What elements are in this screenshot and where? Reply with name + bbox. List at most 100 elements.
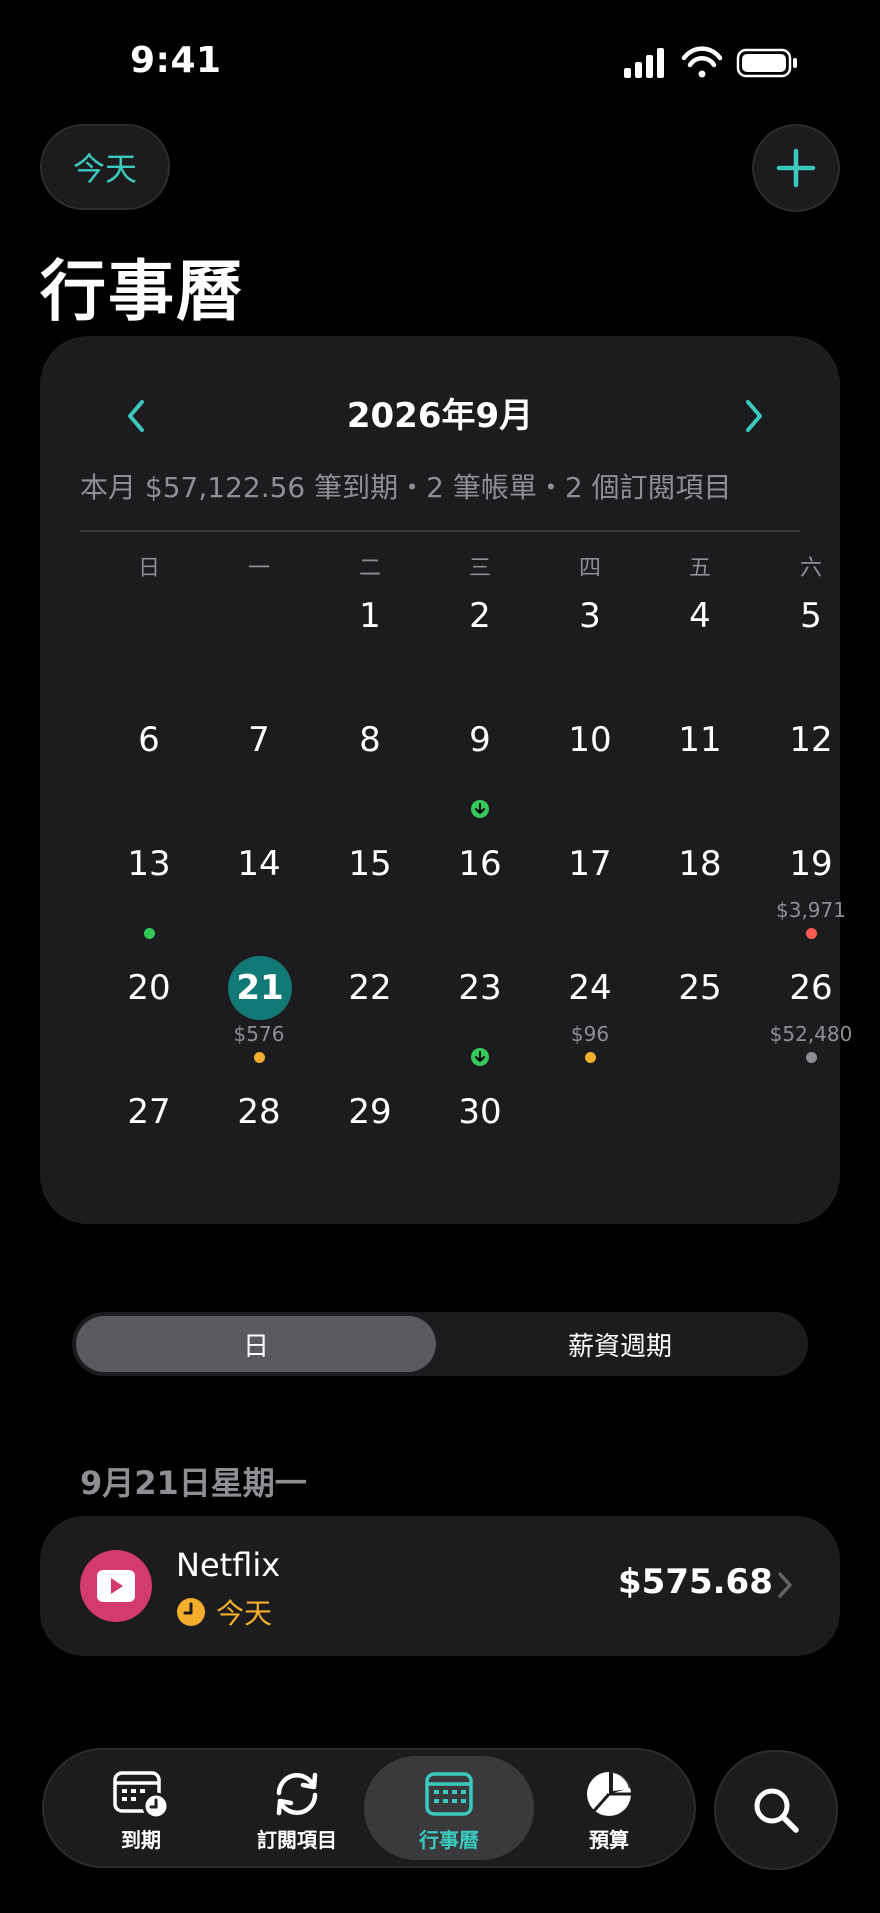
calendar-day[interactable]: 10 <box>535 708 645 828</box>
page-title: 行事曆 <box>40 253 244 330</box>
bill-amount: $575.68 <box>618 1562 773 1602</box>
weekday-label: 一 <box>247 556 270 581</box>
add-button[interactable] <box>752 124 840 212</box>
calendar-day[interactable]: 20 <box>94 956 204 1076</box>
tab-subscriptions[interactable]: 訂閱項目 <box>222 1756 372 1860</box>
day-number: 6 <box>138 720 160 760</box>
calendar-day[interactable]: 7 <box>204 708 314 828</box>
weekday-label: 四 <box>578 556 601 581</box>
calendar-day[interactable]: 16 <box>425 832 535 952</box>
signal-icon <box>624 48 664 78</box>
calendar-day[interactable]: 27 <box>94 1080 204 1200</box>
clock-icon <box>177 1598 205 1626</box>
bill-row[interactable]: Netflix 今天 $575.68 <box>40 1516 840 1656</box>
bill-name: Netflix <box>176 1546 281 1584</box>
plus-icon <box>776 148 816 188</box>
calendar-day[interactable]: 17 <box>535 832 645 952</box>
wifi-icon <box>681 46 723 78</box>
calendar-day[interactable]: 30 <box>425 1080 535 1200</box>
day-number: 21 <box>228 956 292 1020</box>
calendar-day[interactable]: 23 <box>425 956 535 1076</box>
calendar-day[interactable]: 15 <box>315 832 425 952</box>
day-number: 2 <box>469 596 491 636</box>
bill-due: 今天 <box>176 1592 272 1632</box>
calendar-day[interactable]: 18 <box>645 832 755 952</box>
calendar-day[interactable]: 2 <box>425 584 535 704</box>
event-dot <box>806 1052 817 1063</box>
day-number: 16 <box>458 844 502 884</box>
day-number: 3 <box>579 596 601 636</box>
tab-label: 預算 <box>589 1828 629 1852</box>
netflix-icon <box>80 1550 152 1622</box>
tab-budget[interactable]: 預算 <box>534 1756 684 1860</box>
calendar-day[interactable]: 25 <box>645 956 755 1076</box>
day-number: 7 <box>248 720 270 760</box>
calendar-day[interactable]: 13 <box>94 832 204 952</box>
day-amount: $96 <box>570 1022 610 1046</box>
day-number: 30 <box>458 1092 502 1132</box>
day-number: 10 <box>568 720 612 760</box>
chevron-right-icon <box>776 1570 794 1604</box>
calendar-day[interactable]: 4 <box>645 584 755 704</box>
day-number: 8 <box>359 720 381 760</box>
calendar-day[interactable]: 12 <box>756 708 866 828</box>
calendar-day[interactable]: 19 $3,971 <box>756 832 866 952</box>
calendar-day[interactable]: 26 $52,480 <box>756 956 866 1076</box>
day-number: 19 <box>789 844 833 884</box>
day-number: 26 <box>789 968 833 1008</box>
event-dot <box>254 1052 265 1063</box>
calendar-day[interactable]: 28 <box>204 1080 314 1200</box>
weekday-label: 三 <box>468 556 491 581</box>
day-number: 24 <box>568 968 612 1008</box>
tab-label: 行事曆 <box>419 1828 479 1852</box>
calendar-day[interactable]: 3 <box>535 584 645 704</box>
day-number: 4 <box>689 596 711 636</box>
tab-label: 訂閱項目 <box>257 1828 337 1852</box>
calendar-day[interactable]: 14 <box>204 832 314 952</box>
event-dot <box>585 1052 596 1063</box>
day-number: 18 <box>678 844 722 884</box>
calendar-day[interactable]: 6 <box>94 708 204 828</box>
day-amount: $52,480 <box>769 1022 853 1046</box>
status-time: 9:41 <box>130 40 222 81</box>
calendar-day[interactable]: 1 <box>315 584 425 704</box>
weekday-label: 二 <box>358 556 381 581</box>
tab-due[interactable]: 到期 <box>66 1756 216 1860</box>
battery-icon <box>736 48 797 78</box>
chevron-right-icon <box>746 400 762 432</box>
calendar-clock-icon <box>113 1768 169 1820</box>
segment-day[interactable]: 日 <box>76 1316 436 1372</box>
day-number: 27 <box>127 1092 171 1132</box>
calendar-day[interactable]: 9 <box>425 708 535 828</box>
calendar-day[interactable]: 24 $96 <box>535 956 645 1076</box>
day-number: 15 <box>348 844 392 884</box>
tab-bar: 到期 訂閱項目 行事曆 預算 <box>42 1748 696 1868</box>
bill-due-label: 今天 <box>216 1597 273 1630</box>
calendar-day[interactable]: 5 <box>756 584 866 704</box>
day-number: 9 <box>469 720 491 760</box>
day-amount: $576 <box>233 1022 285 1046</box>
calendar-day[interactable]: 22 <box>315 956 425 1076</box>
view-segmented-control: 日 薪資週期 <box>72 1312 808 1376</box>
calendar-day[interactable]: 8 <box>315 708 425 828</box>
day-number: 12 <box>789 720 833 760</box>
calendar-icon <box>421 1768 477 1820</box>
search-icon <box>754 1788 799 1833</box>
event-dot <box>144 928 155 939</box>
segment-pay-period[interactable]: 薪資週期 <box>436 1316 804 1372</box>
search-button[interactable] <box>714 1750 838 1870</box>
month-label: 2026年9月 <box>346 396 534 436</box>
next-month-button[interactable] <box>724 386 784 446</box>
day-amount: $3,971 <box>776 898 846 922</box>
day-number: 5 <box>800 596 822 636</box>
month-summary: 本月 $57,122.56 筆到期・2 筆帳單・2 個訂閱項目 <box>80 471 732 504</box>
play-icon <box>97 1570 135 1602</box>
today-button[interactable]: 今天 <box>40 124 170 210</box>
weekday-label: 五 <box>688 556 711 581</box>
calendar-day-selected[interactable]: 21 $576 <box>204 956 314 1076</box>
section-date-header: 9月21日星期一 <box>80 1464 307 1502</box>
calendar-day[interactable]: 29 <box>315 1080 425 1200</box>
tab-calendar[interactable]: 行事曆 <box>364 1756 534 1860</box>
divider <box>80 530 800 532</box>
calendar-day[interactable]: 11 <box>645 708 755 828</box>
